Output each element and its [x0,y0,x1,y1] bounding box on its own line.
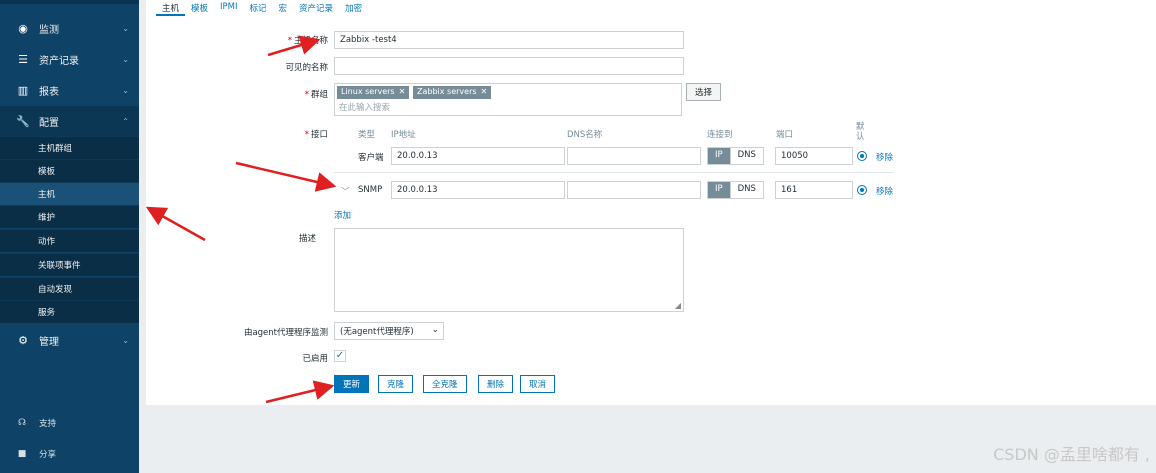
eye-icon: ◉ [18,21,28,35]
chevron-down-icon[interactable]: ﹀ [341,185,350,197]
sidebar-subitem-actions[interactable]: 动作 [0,229,139,252]
iface-header-connect: 连接到 [707,130,733,140]
tab-macros[interactable]: 宏 [273,0,294,16]
groups-label: * 群组 [304,90,328,100]
connect-dns-option[interactable]: DNS [729,182,763,198]
iface-header-port: 端口 [776,130,794,140]
connect-ip-option[interactable]: IP [708,182,730,198]
tab-templates[interactable]: 模板 [185,0,214,16]
headset-icon: ☊ [18,418,26,428]
full-clone-button[interactable]: 全克隆 [423,375,467,393]
list-icon: ☰ [18,52,28,66]
iface-remove-link[interactable]: 移除 [876,185,893,197]
tab-host[interactable]: 主机 [156,0,186,16]
tab-tags[interactable]: 标记 [244,0,273,16]
connect-ip-option[interactable]: IP [708,148,730,164]
gear-icon: ⚙ [18,333,28,347]
remove-chip-icon[interactable]: ✕ [481,87,488,96]
chevron-down-icon: ⌄ [122,335,129,345]
interfaces-label: * 接口 [304,130,328,140]
iface-header-ip: IP地址 [391,130,416,140]
sidebar-footer-support[interactable]: ☊ 支持 [0,411,139,435]
iface-header-dns: DNS名称 [567,130,603,140]
iface-dns-input[interactable] [567,181,701,199]
watermark: CSDN @孟里啥都有 , [993,445,1150,464]
description-textarea[interactable]: ◢ [334,228,684,312]
sidebar-subitem-templates[interactable]: 模板 [0,159,139,182]
chevron-down-icon: ⌄ [122,85,129,95]
sidebar: ◉ 监测 ⌄ ☰ 资产记录 ⌄ ▥ 报表 ⌄ 🔧 配置 ⌃ 主机群组 模板 主机… [0,0,139,473]
iface-ip-input[interactable]: 20.0.0.13 [391,181,565,199]
bar-chart-icon: ▥ [17,83,29,97]
chevron-down-icon: ⌄ [431,325,439,335]
sidebar-subitem-maintenance[interactable]: 维护 [0,205,139,228]
sidebar-item-reports[interactable]: ▥ 报表 ⌄ [0,75,139,105]
clone-button[interactable]: 克隆 [378,375,414,393]
iface-type: 客户端 [358,153,384,163]
proxy-select[interactable]: (无agent代理程序) ⌄ [334,322,444,340]
groups-multiselect[interactable]: Linux servers ✕ Zabbix servers ✕ 在此输入搜索 [334,83,682,116]
visible-name-label: 可见的名称 [285,63,328,73]
tab-inventory[interactable]: 资产记录 [293,0,339,16]
enabled-checkbox[interactable]: ✓ [334,350,346,362]
hostname-label: * 主机名称 [287,36,328,46]
description-label: 描述 [298,234,316,244]
hostname-input[interactable]: Zabbix -test4 [334,31,684,49]
sidebar-item-monitoring[interactable]: ◉ 监测 ⌄ [0,13,139,43]
update-button[interactable]: 更新 [334,375,370,393]
sidebar-item-label: 配置 [39,117,59,129]
sidebar-subitem-discovery[interactable]: 自动发现 [0,277,139,300]
iface-header-type: 类型 [358,130,376,140]
sidebar-item-administration[interactable]: ⚙ 管理 ⌄ [0,325,139,355]
share-icon: ■ [17,449,27,459]
chevron-up-icon: ⌃ [122,116,129,126]
proxy-label: 由agent代理程序监测 [243,328,328,338]
sidebar-subitem-hosts[interactable]: 主机 [0,182,139,205]
iface-type: SNMP [358,185,383,195]
chevron-down-icon: ⌄ [122,54,129,64]
iface-dns-input[interactable] [567,147,701,165]
chevron-down-icon: ⌄ [122,23,129,33]
iface-default-radio[interactable] [857,151,867,161]
sidebar-subitem-event-correlation[interactable]: 关联项事件 [0,253,139,276]
connect-dns-option[interactable]: DNS [729,148,763,164]
host-form-panel: 主机 模板 IPMI 标记 宏 资产记录 加密 * 主机名称 Zabbix -te… [146,0,1156,405]
iface-port-input[interactable]: 161 [775,181,853,199]
delete-button[interactable]: 删除 [478,375,514,393]
remove-chip-icon[interactable]: ✕ [399,87,406,96]
sidebar-item-configuration[interactable]: 🔧 配置 ⌃ [0,106,139,136]
tab-encryption[interactable]: 加密 [339,0,368,16]
iface-default-radio[interactable] [857,185,867,195]
tab-bar: 主机 模板 IPMI 标记 宏 资产记录 加密 [156,0,368,16]
tab-ipmi[interactable]: IPMI [214,0,243,16]
sidebar-subitem-host-groups[interactable]: 主机群组 [0,136,139,159]
select-groups-button[interactable]: 选择 [686,83,722,101]
iface-ip-input[interactable]: 20.0.0.13 [391,147,565,165]
visible-name-input[interactable] [334,57,684,75]
iface-remove-link[interactable]: 移除 [876,151,893,163]
resize-handle-icon[interactable]: ◢ [675,301,681,310]
sidebar-item-label: 报表 [39,86,59,98]
iface-port-input[interactable]: 10050 [775,147,853,165]
sidebar-item-inventory[interactable]: ☰ 资产记录 ⌄ [0,44,139,74]
sidebar-item-label: 监测 [39,24,59,36]
iface-connect-toggle[interactable]: IP DNS [707,181,764,199]
groups-search-placeholder[interactable]: 在此输入搜索 [339,101,390,113]
group-chip[interactable]: Linux servers ✕ [337,86,410,99]
add-interface-link[interactable]: 添加 [334,209,351,221]
wrench-icon: 🔧 [16,114,30,128]
iface-header-default: 默认 [856,122,865,142]
iface-connect-toggle[interactable]: IP DNS [707,147,764,165]
sidebar-top-border [0,0,139,4]
iface-divider [334,172,894,173]
cancel-button[interactable]: 取消 [520,375,556,393]
sidebar-item-label: 资产记录 [39,55,79,67]
sidebar-subitem-services[interactable]: 服务 [0,300,139,323]
sidebar-item-label: 管理 [39,336,59,348]
sidebar-footer-share[interactable]: ■ 分享 [0,442,139,466]
enabled-label: 已启用 [302,354,328,364]
group-chip[interactable]: Zabbix servers ✕ [413,86,492,99]
